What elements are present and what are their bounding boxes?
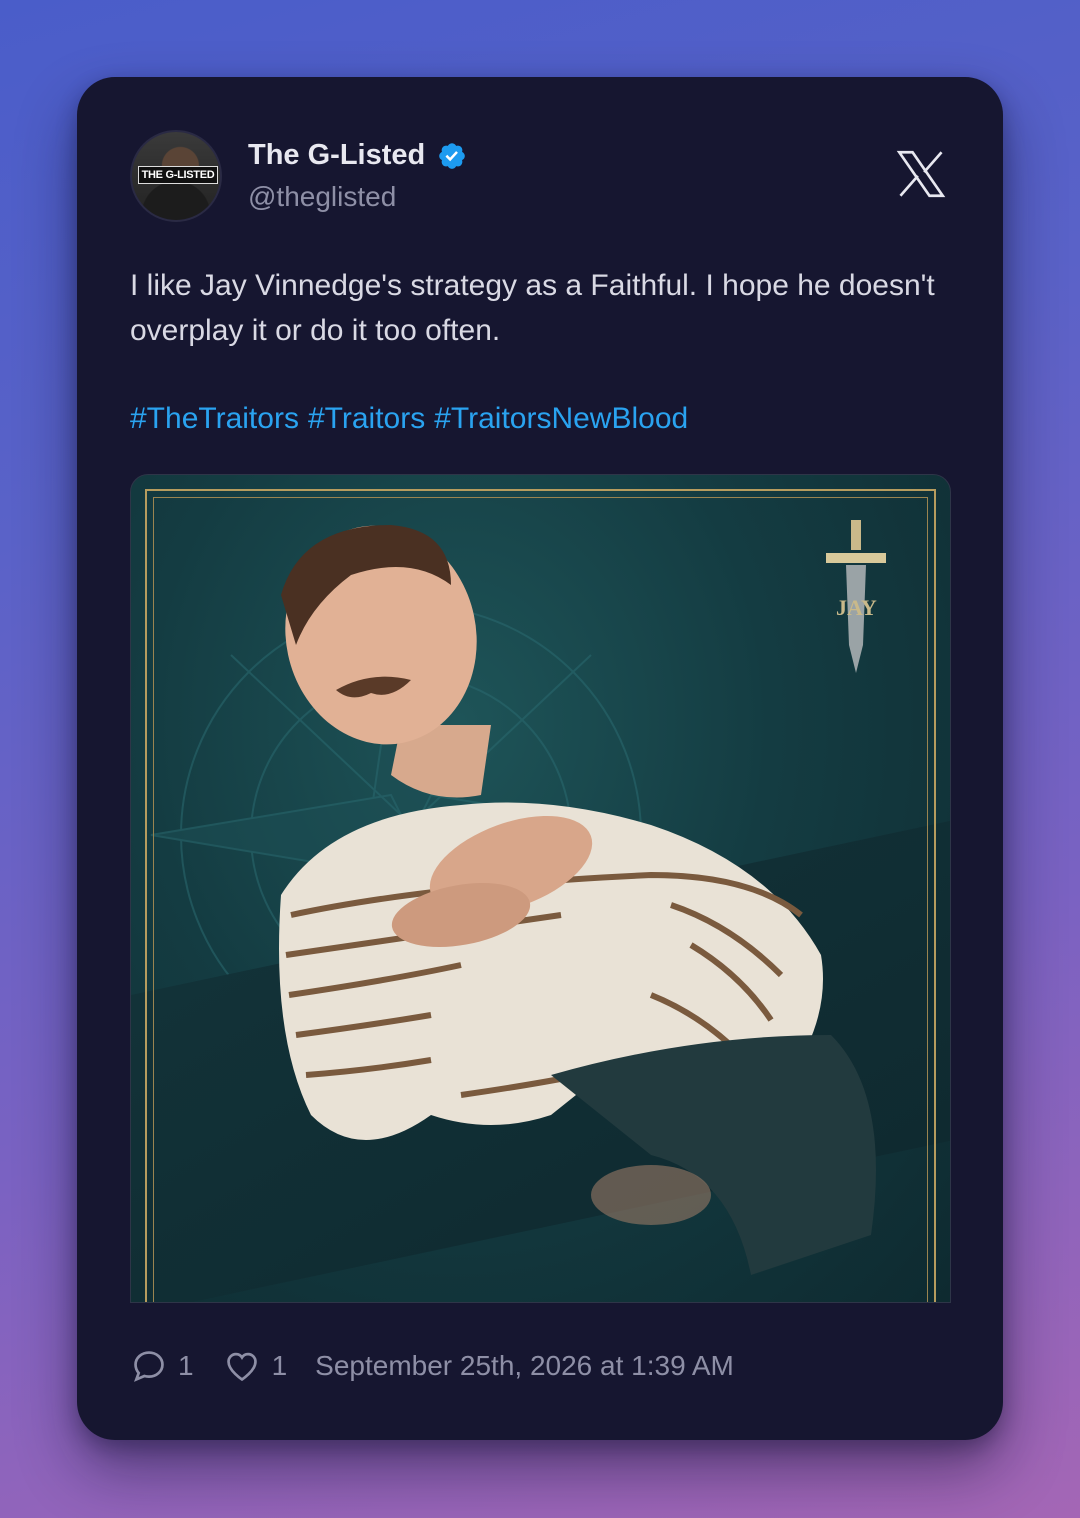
like-count-value: 1 <box>271 1350 288 1381</box>
handle[interactable]: @theglisted <box>248 181 396 213</box>
tweet-text: I like Jay Vinnedge's strategy as a Fait… <box>130 269 935 347</box>
like-icon <box>226 1352 257 1382</box>
tweet-footer: 1 1 September 25th, 2026 at 1:39 AM <box>130 1347 734 1385</box>
reply-count-value: 1 <box>178 1350 194 1381</box>
display-name[interactable]: The G-Listed <box>248 139 425 172</box>
hashtag-link[interactable]: #Traitors <box>308 402 425 435</box>
avatar[interactable]: THE G-LISTED <box>130 130 222 222</box>
avatar-logo-text: THE G-LISTED <box>138 166 218 184</box>
verified-badge-icon <box>439 142 466 169</box>
image-name-label: JAY <box>836 595 877 620</box>
reply-count[interactable]: 1 <box>130 1347 194 1385</box>
timestamp[interactable]: September 25th, 2026 at 1:39 AM <box>315 1350 734 1382</box>
hashtags: #TheTraitors #Traitors #TraitorsNewBlood <box>130 396 697 441</box>
author-name-row: The G-Listed <box>248 139 467 172</box>
x-logo-icon[interactable] <box>892 144 950 204</box>
hashtag-link[interactable]: #TraitorsNewBlood <box>434 402 688 435</box>
tweet-image[interactable]: JAY <box>130 474 951 1303</box>
like-count[interactable]: 1 <box>222 1347 288 1385</box>
reply-icon <box>133 1351 164 1382</box>
hashtag-link[interactable]: #TheTraitors <box>130 402 299 435</box>
tweet-card: THE G-LISTED The G-Listed @theglisted I … <box>77 77 1003 1440</box>
